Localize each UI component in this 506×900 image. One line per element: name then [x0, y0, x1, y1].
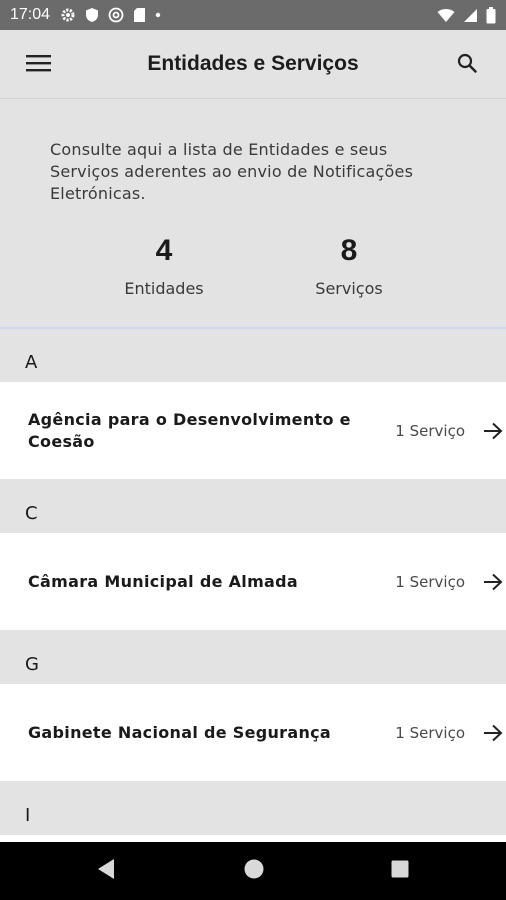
search-button[interactable] — [450, 48, 484, 82]
entity-name: Gabinete Nacional de Segurança — [28, 722, 332, 742]
page-title: Entidades e Serviços — [147, 52, 359, 75]
section-header-c: C — [0, 480, 506, 534]
services-label: Serviços — [315, 279, 383, 298]
list-item[interactable]: Gabinete Nacional de Segurança 1 Serviço — [0, 684, 506, 781]
app-bar: Entidades e Serviços — [0, 30, 506, 99]
service-count: 1 Serviço — [395, 572, 465, 591]
dot-icon — [155, 12, 161, 18]
back-triangle-icon — [96, 858, 116, 884]
signal-icon — [463, 8, 478, 23]
recents-button[interactable] — [386, 857, 414, 885]
system-nav-bar — [0, 842, 506, 900]
list-item[interactable]: Agência para o Desenvolvimento e Coesão … — [0, 382, 506, 479]
menu-icon — [26, 53, 52, 77]
arrow-right-icon — [482, 382, 504, 479]
status-time: 17:04 — [10, 6, 51, 23]
intro-description: Consulte aqui a lista de Entidades e seu… — [50, 140, 414, 203]
section-header-g: G — [0, 631, 506, 685]
at-sign-icon — [108, 7, 124, 23]
status-notification-icons — [60, 7, 161, 23]
back-button[interactable] — [92, 857, 120, 885]
status-system-icons — [437, 6, 496, 24]
arrow-right-icon — [482, 533, 504, 630]
home-circle-icon — [243, 858, 265, 884]
entity-name: Câmara Municipal de Almada — [28, 571, 298, 591]
stat-entities: 4 Entidades — [84, 233, 244, 298]
entities-label: Entidades — [124, 279, 204, 298]
menu-button[interactable] — [22, 48, 56, 82]
services-count: 8 — [340, 234, 358, 267]
list-item-partial[interactable] — [0, 835, 506, 842]
entities-count: 4 — [155, 234, 173, 267]
sd-card-icon — [133, 7, 146, 23]
settings-gear-icon — [60, 7, 76, 23]
stat-services: 8 Serviços — [269, 233, 429, 298]
shield-icon — [85, 7, 99, 23]
entity-name: Agência para o Desenvolvimento e Coesão — [28, 409, 351, 451]
section-header-i: I — [0, 782, 506, 836]
arrow-right-icon — [482, 684, 504, 781]
intro-summary: Consulte aqui a lista de Entidades e seu… — [0, 99, 506, 329]
battery-icon — [486, 6, 496, 24]
service-count: 1 Serviço — [395, 421, 465, 440]
wifi-icon — [437, 8, 455, 23]
home-button[interactable] — [240, 857, 268, 885]
section-header-a: A — [0, 329, 506, 383]
list-item[interactable]: Câmara Municipal de Almada 1 Serviço — [0, 533, 506, 630]
service-count: 1 Serviço — [395, 723, 465, 742]
recents-square-icon — [390, 859, 410, 883]
search-icon — [457, 53, 477, 77]
status-bar: 17:04 — [0, 0, 506, 30]
